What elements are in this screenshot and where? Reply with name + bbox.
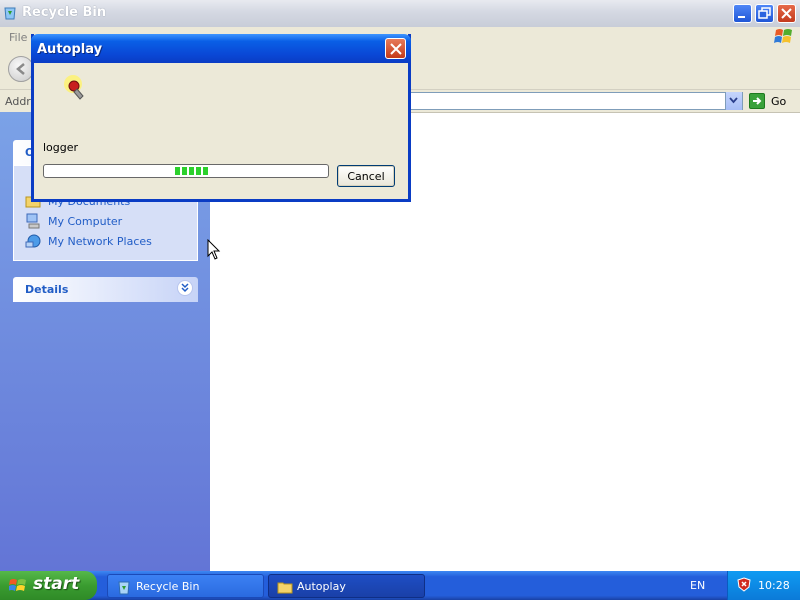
progress-block: [203, 167, 208, 175]
taskbar-item-autoplay[interactable]: Autoplay: [268, 574, 425, 598]
close-icon: [781, 8, 792, 19]
go-arrow-icon[interactable]: [749, 93, 765, 109]
minimize-button[interactable]: [733, 4, 752, 23]
go-button[interactable]: Go: [771, 95, 786, 108]
clock: 10:28: [758, 579, 790, 592]
search-flashlight-icon: [64, 75, 84, 100]
taskbar-item-recycle-bin[interactable]: Recycle Bin: [107, 574, 264, 598]
network-places-icon: [25, 234, 41, 248]
back-arrow-icon: [16, 63, 25, 75]
recycle-bin-icon: [4, 7, 16, 20]
dialog-title: Autoplay: [37, 42, 103, 57]
progress-block: [182, 167, 187, 175]
windows-logo-icon: [9, 579, 26, 591]
recycle-bin-icon: [118, 581, 130, 595]
close-icon: [390, 43, 402, 55]
details-header[interactable]: Details: [13, 277, 198, 302]
window-title-bar[interactable]: Recycle Bin: [0, 0, 800, 28]
progress-bar: [43, 164, 329, 178]
menu-file[interactable]: File: [9, 31, 27, 44]
dialog-status-text: logger: [43, 141, 79, 154]
progress-block: [189, 167, 194, 175]
language-indicator[interactable]: EN: [690, 579, 705, 592]
restore-icon: [758, 7, 771, 19]
chevron-down-icon: [729, 97, 738, 104]
folder-icon: [277, 582, 293, 594]
start-button[interactable]: start: [0, 571, 97, 600]
mouse-cursor-icon: [207, 239, 221, 260]
address-dropdown-button[interactable]: [725, 92, 742, 110]
security-shield-icon[interactable]: [737, 577, 751, 592]
cancel-button[interactable]: Cancel: [337, 165, 395, 187]
progress-block: [175, 167, 180, 175]
dialog-close-button[interactable]: [385, 38, 406, 59]
computer-icon: [26, 213, 40, 229]
expand-chevron-icon[interactable]: [177, 280, 193, 296]
maximize-button[interactable]: [755, 4, 774, 23]
minimize-icon: [738, 16, 745, 18]
progress-block: [196, 167, 201, 175]
window-title: Recycle Bin: [22, 5, 107, 20]
close-button[interactable]: [777, 4, 796, 23]
windows-logo-icon: [774, 29, 792, 43]
